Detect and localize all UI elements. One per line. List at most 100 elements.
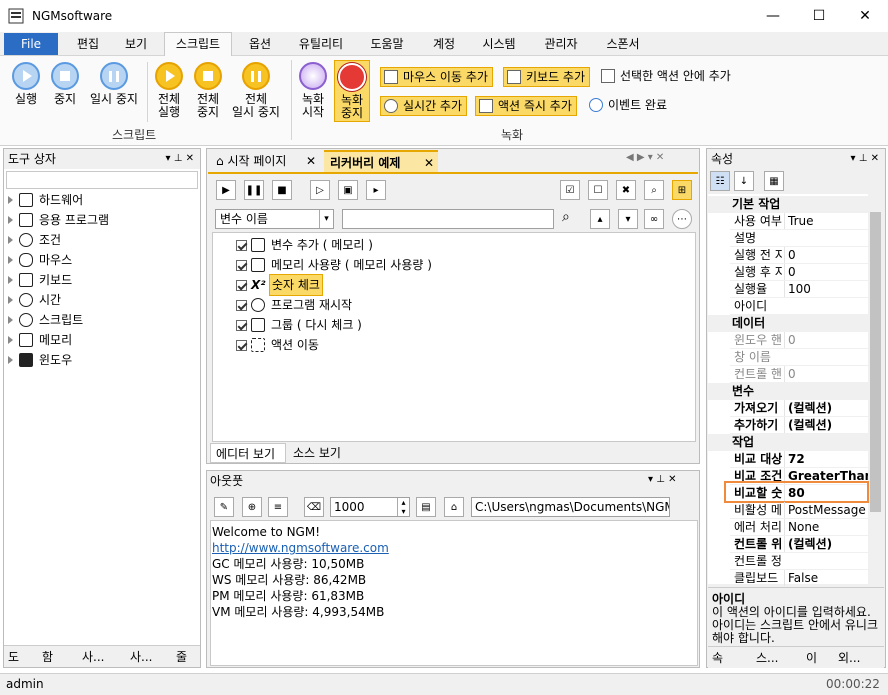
tab-user-2[interactable]: 사...: [130, 647, 152, 667]
prop-value[interactable]: 0: [784, 264, 868, 280]
uncheck-all-button[interactable]: ☐: [588, 180, 608, 200]
action-item[interactable]: 메모리 사용량 ( 메모리 사용량 ): [236, 255, 432, 275]
editor-run-selected-button[interactable]: ▸: [366, 180, 386, 200]
output-panel-controls-icon[interactable]: ▾ ⊥ ✕: [648, 474, 676, 485]
prop-category-data[interactable]: 데이터: [708, 315, 868, 332]
tab-start-page[interactable]: ⌂ 시작 페이지 ✕: [210, 150, 320, 172]
variable-select[interactable]: 변수 이름 ▾: [215, 209, 334, 229]
action-item[interactable]: 프로그램 재시작: [236, 295, 352, 315]
editor-pause-button[interactable]: ❚❚: [244, 180, 264, 200]
editor-stop-button[interactable]: ■: [272, 180, 292, 200]
run-all-button[interactable]: 전체 실행: [150, 62, 188, 119]
expand-icon[interactable]: [8, 356, 13, 364]
action-item[interactable]: 변수 추가 ( 메모리 ): [236, 235, 373, 255]
move-up-button[interactable]: ▴: [590, 209, 610, 229]
tree-item-application[interactable]: 응용 프로그램: [8, 210, 109, 230]
expand-icon[interactable]: [8, 336, 13, 344]
sort-az-icon[interactable]: ↓: [734, 171, 754, 191]
find-button[interactable]: ⌕: [644, 180, 664, 200]
record-start-button[interactable]: 녹화 시작: [296, 62, 330, 119]
tree-item-memory[interactable]: 메모리: [8, 330, 72, 350]
output-list-icon[interactable]: ≡: [268, 497, 288, 517]
doc-panel-controls-icon[interactable]: ◀ ▶ ▾ ✕: [626, 152, 664, 163]
scrollbar-thumb[interactable]: [870, 212, 881, 512]
tab-properties[interactable]: 속: [712, 648, 723, 668]
prop-value[interactable]: (컬렉션): [784, 400, 868, 416]
tree-view-button[interactable]: ⊞: [672, 180, 692, 200]
output-mic-icon[interactable]: ✎: [214, 497, 234, 517]
tree-item-mouse[interactable]: 마우스: [8, 250, 72, 270]
action-item[interactable]: 액션 이동: [236, 335, 319, 355]
stop-all-button[interactable]: 전체 중지: [189, 62, 227, 119]
prop-category-basic[interactable]: 기본 작업: [708, 196, 868, 213]
tree-item-condition[interactable]: 조건: [8, 230, 61, 250]
menu-file[interactable]: File: [4, 33, 58, 55]
expand-icon[interactable]: [8, 236, 13, 244]
close-tab-icon[interactable]: ✕: [306, 150, 316, 172]
action-checkbox[interactable]: [236, 339, 247, 351]
move-down-button[interactable]: ▾: [618, 209, 638, 229]
toolbox-search-input[interactable]: [6, 171, 198, 189]
eraser-icon[interactable]: ⌫: [304, 497, 324, 517]
expand-icon[interactable]: [8, 296, 13, 304]
menu-admin[interactable]: 관리자: [536, 32, 586, 56]
menu-system[interactable]: 시스템: [474, 32, 524, 56]
menu-options[interactable]: 옵션: [240, 32, 280, 56]
action-checkbox[interactable]: [236, 259, 247, 271]
action-item-selected[interactable]: X² 숫자 체크: [236, 274, 323, 296]
pause-button[interactable]: 일시 중지: [86, 62, 142, 106]
close-tab-icon[interactable]: ✕: [424, 152, 434, 174]
tree-item-hardware[interactable]: 하드웨어: [8, 190, 83, 210]
menu-utility[interactable]: 유틸리티: [292, 32, 350, 56]
maximize-button[interactable]: ☐: [796, 0, 842, 32]
expand-icon[interactable]: [8, 276, 13, 284]
menu-help[interactable]: 도움말: [362, 32, 412, 56]
tab-editor-view[interactable]: 에디터 보기: [210, 443, 286, 463]
minimize-button[interactable]: —: [750, 0, 796, 32]
action-now-add-button[interactable]: 액션 즉시 추가: [475, 96, 577, 116]
stop-button[interactable]: 중지: [46, 62, 84, 106]
save-icon[interactable]: ▤: [416, 497, 436, 517]
tab-script[interactable]: 스...: [756, 648, 778, 668]
panel-controls-icon[interactable]: ▾ ⊥ ✕: [166, 149, 194, 169]
record-stop-button[interactable]: 녹화 중지: [334, 60, 370, 122]
add-in-selected-button[interactable]: 선택한 액션 안에 추가: [598, 67, 735, 87]
editor-run-button[interactable]: ▶: [216, 180, 236, 200]
infinity-icon[interactable]: ∞: [644, 209, 664, 229]
prop-value[interactable]: None: [784, 519, 868, 535]
variable-search-input[interactable]: [342, 209, 554, 229]
folder-icon[interactable]: ⌂: [444, 497, 464, 517]
tab-function[interactable]: 함: [42, 647, 53, 667]
tree-item-time[interactable]: 시간: [8, 290, 61, 310]
add-mouse-move-button[interactable]: 마우스 이동 추가: [380, 67, 493, 87]
panel-controls-icon[interactable]: ▾ ⊥ ✕: [851, 149, 879, 169]
spinner-icon[interactable]: ▴ ▾: [397, 498, 409, 516]
tab-source-view[interactable]: 소스 보기: [290, 443, 348, 463]
action-checkbox[interactable]: [236, 239, 247, 251]
check-all-button[interactable]: ☑: [560, 180, 580, 200]
prop-value[interactable]: True: [784, 213, 868, 229]
menu-sponsor[interactable]: 스폰서: [598, 32, 648, 56]
action-checkbox[interactable]: [236, 319, 247, 331]
output-line-count-input[interactable]: 1000 ▴ ▾: [330, 497, 410, 517]
tree-item-keyboard[interactable]: 키보드: [8, 270, 72, 290]
tree-item-window[interactable]: 윈도우: [8, 350, 72, 370]
action-checkbox[interactable]: [236, 299, 247, 311]
expand-icon[interactable]: [8, 196, 13, 204]
more-icon[interactable]: ⋯: [672, 209, 692, 229]
prop-value[interactable]: PostMessage: [784, 502, 868, 518]
menu-view[interactable]: 보기: [118, 32, 154, 56]
menu-edit[interactable]: 편집: [70, 32, 106, 56]
menu-account[interactable]: 계정: [424, 32, 464, 56]
run-button[interactable]: 실행: [6, 62, 46, 106]
tab-toolbox[interactable]: 도: [8, 647, 19, 667]
tab-user-1[interactable]: 사...: [82, 647, 104, 667]
editor-run-from-button[interactable]: ▣: [338, 180, 358, 200]
delete-button[interactable]: ✖: [616, 180, 636, 200]
search-icon[interactable]: ⌕: [562, 209, 570, 225]
property-pages-icon[interactable]: ▦: [764, 171, 784, 191]
action-checkbox[interactable]: [236, 279, 247, 291]
tab-external[interactable]: 외...: [838, 648, 860, 668]
expand-icon[interactable]: [8, 216, 13, 224]
menu-script[interactable]: 스크립트: [166, 32, 230, 56]
